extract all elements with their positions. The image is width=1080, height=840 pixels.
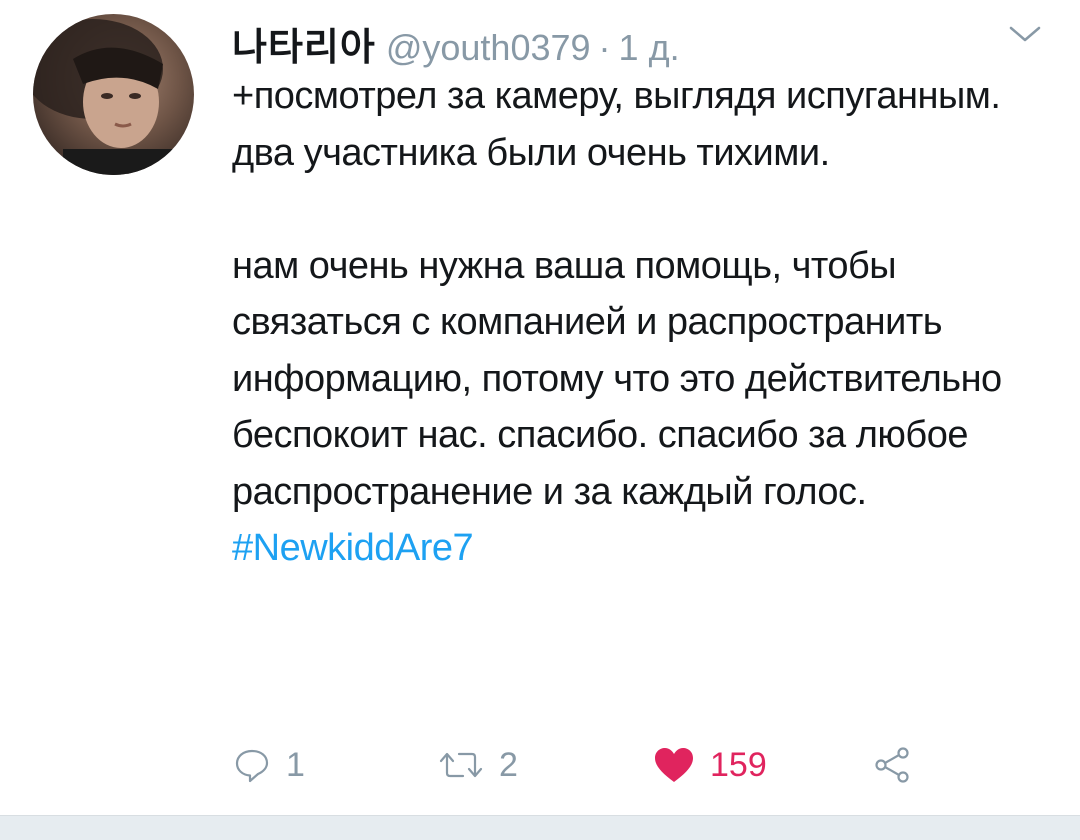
tweet-actions: 1 2 159: [232, 740, 1032, 790]
avatar-photo: [33, 19, 183, 175]
retweet-icon: [439, 752, 483, 778]
reply-icon: [235, 749, 269, 783]
tweet-text: +посмотрел за камеру, выглядя испуганным…: [232, 68, 1052, 577]
chevron-down-icon[interactable]: [1005, 22, 1045, 46]
like-count: 159: [710, 745, 767, 784]
share-button[interactable]: [872, 740, 912, 790]
tweet[interactable]: 나타리아 @youth0379 · 1 д. +посмотрел за кам…: [0, 0, 1080, 815]
user-handle[interactable]: @youth0379: [386, 27, 591, 69]
tweet-paragraph-1: +посмотрел за камеру, выглядя испуганным…: [232, 75, 1001, 174]
retweet-count: 2: [499, 745, 518, 784]
tweet-paragraph-2: нам очень нужна ваша помощь, чтобы связа…: [232, 244, 1002, 513]
hashtag-link[interactable]: #NewkiddAre7: [232, 527, 474, 569]
reply-button[interactable]: 1: [232, 740, 305, 790]
timestamp[interactable]: 1 д.: [619, 27, 680, 69]
timeline-divider: [0, 815, 1080, 840]
reply-count: 1: [286, 745, 305, 784]
share-icon: [875, 747, 909, 783]
like-button[interactable]: 159: [652, 740, 767, 790]
heart-icon: [655, 748, 693, 782]
separator-dot: ·: [598, 27, 611, 68]
tweet-header: 나타리아 @youth0379 · 1 д.: [232, 16, 680, 69]
retweet-button[interactable]: 2: [437, 740, 518, 790]
avatar[interactable]: [33, 14, 194, 175]
display-name[interactable]: 나타리아: [232, 16, 376, 71]
